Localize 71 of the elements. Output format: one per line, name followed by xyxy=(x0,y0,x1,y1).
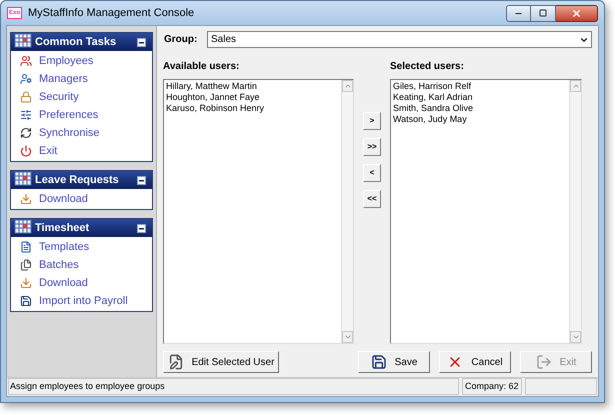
scroll-up-icon[interactable] xyxy=(572,82,580,90)
lock-icon xyxy=(20,91,32,103)
window-title: MyStaffInfo Management Console xyxy=(28,6,196,21)
scrollbar[interactable] xyxy=(341,80,353,343)
list-label: Available users: xyxy=(163,60,240,74)
task-link[interactable]: Download xyxy=(11,190,152,208)
document-icon xyxy=(20,241,32,253)
collapse-icon[interactable] xyxy=(137,38,146,46)
download-icon xyxy=(20,193,32,205)
move-button[interactable]: >> xyxy=(363,138,381,156)
exit-icon xyxy=(536,354,552,370)
task-link[interactable]: Import into Payroll xyxy=(11,292,152,310)
list-item[interactable]: Watson, Judy May xyxy=(393,114,569,125)
calendar-icon xyxy=(14,170,32,186)
save-icon xyxy=(20,295,32,307)
close-icon xyxy=(571,8,582,18)
people-icon xyxy=(20,55,32,67)
user-list[interactable]: Hillary, Matthew Martin Houghton, Jannet Faye Karuso, Robinson Henry xyxy=(163,79,354,344)
edit-icon xyxy=(168,354,184,370)
calendar-icon xyxy=(14,32,32,48)
task-link[interactable]: Download xyxy=(11,274,152,292)
list-item[interactable]: Houghton, Jannet Faye xyxy=(166,92,341,103)
person-icon xyxy=(20,73,32,85)
task-link[interactable]: Templates xyxy=(11,238,152,256)
download-icon xyxy=(20,277,32,289)
list-item[interactable]: Giles, Harrison Relf xyxy=(393,81,569,92)
list-item[interactable]: Smith, Sandra Olive xyxy=(393,103,569,114)
action-button[interactable]: Cancel xyxy=(439,351,511,373)
panel-title: Leave Requests xyxy=(35,172,120,188)
calendar-icon xyxy=(14,218,32,234)
user-list[interactable]: Giles, Harrison Relf Keating, Karl Adrian Smith, Sandra Olive Watson, Judy May xyxy=(390,79,582,344)
task-link[interactable]: Synchronise xyxy=(11,124,152,142)
panel-title: Timesheet xyxy=(35,220,90,236)
save-icon xyxy=(370,354,387,370)
move-button[interactable]: > xyxy=(363,112,381,130)
collapse-icon[interactable] xyxy=(137,176,146,184)
collapse-icon[interactable] xyxy=(137,224,146,232)
list-item[interactable]: Karuso, Robinson Henry xyxy=(166,103,341,114)
task-link[interactable]: Exit xyxy=(11,142,152,160)
sync-icon xyxy=(20,127,32,139)
maximize-icon xyxy=(539,9,547,17)
minimize-button[interactable] xyxy=(506,4,531,22)
scroll-up-icon[interactable] xyxy=(344,82,352,90)
task-link[interactable]: Managers xyxy=(11,70,152,88)
scroll-down-icon[interactable] xyxy=(572,333,580,341)
action-button[interactable]: Save xyxy=(358,351,430,373)
task-link[interactable]: Batches xyxy=(11,256,152,274)
action-button[interactable]: Edit Selected User xyxy=(163,351,279,373)
panel-header[interactable]: Common Tasks xyxy=(11,33,152,51)
task-link[interactable]: Preferences xyxy=(11,106,152,124)
list-label: Selected users: xyxy=(390,60,465,74)
list-item[interactable]: Hillary, Matthew Martin xyxy=(166,81,341,92)
power-icon xyxy=(20,145,32,157)
scroll-down-icon[interactable] xyxy=(344,333,352,341)
panel-header[interactable]: Leave Requests xyxy=(11,171,152,189)
group-label: Group: xyxy=(163,33,197,47)
status-message: Assign employees to employee groups xyxy=(8,378,459,395)
panel-title: Common Tasks xyxy=(35,34,118,50)
list-item[interactable]: Keating, Karl Adrian xyxy=(393,92,569,103)
scrollbar[interactable] xyxy=(569,80,581,343)
panel-header[interactable]: Timesheet xyxy=(11,219,152,237)
task-link[interactable]: Employees xyxy=(11,52,152,70)
documents-icon xyxy=(20,259,32,271)
task-link[interactable]: Security xyxy=(11,88,152,106)
sliders-icon xyxy=(20,109,32,121)
maximize-button[interactable] xyxy=(531,4,556,22)
move-button[interactable]: << xyxy=(363,190,381,208)
status-company: Company: 62 xyxy=(462,378,522,395)
group-dropdown[interactable]: Sales xyxy=(207,31,592,48)
close-button[interactable] xyxy=(556,4,598,22)
move-button[interactable]: < xyxy=(363,164,381,182)
